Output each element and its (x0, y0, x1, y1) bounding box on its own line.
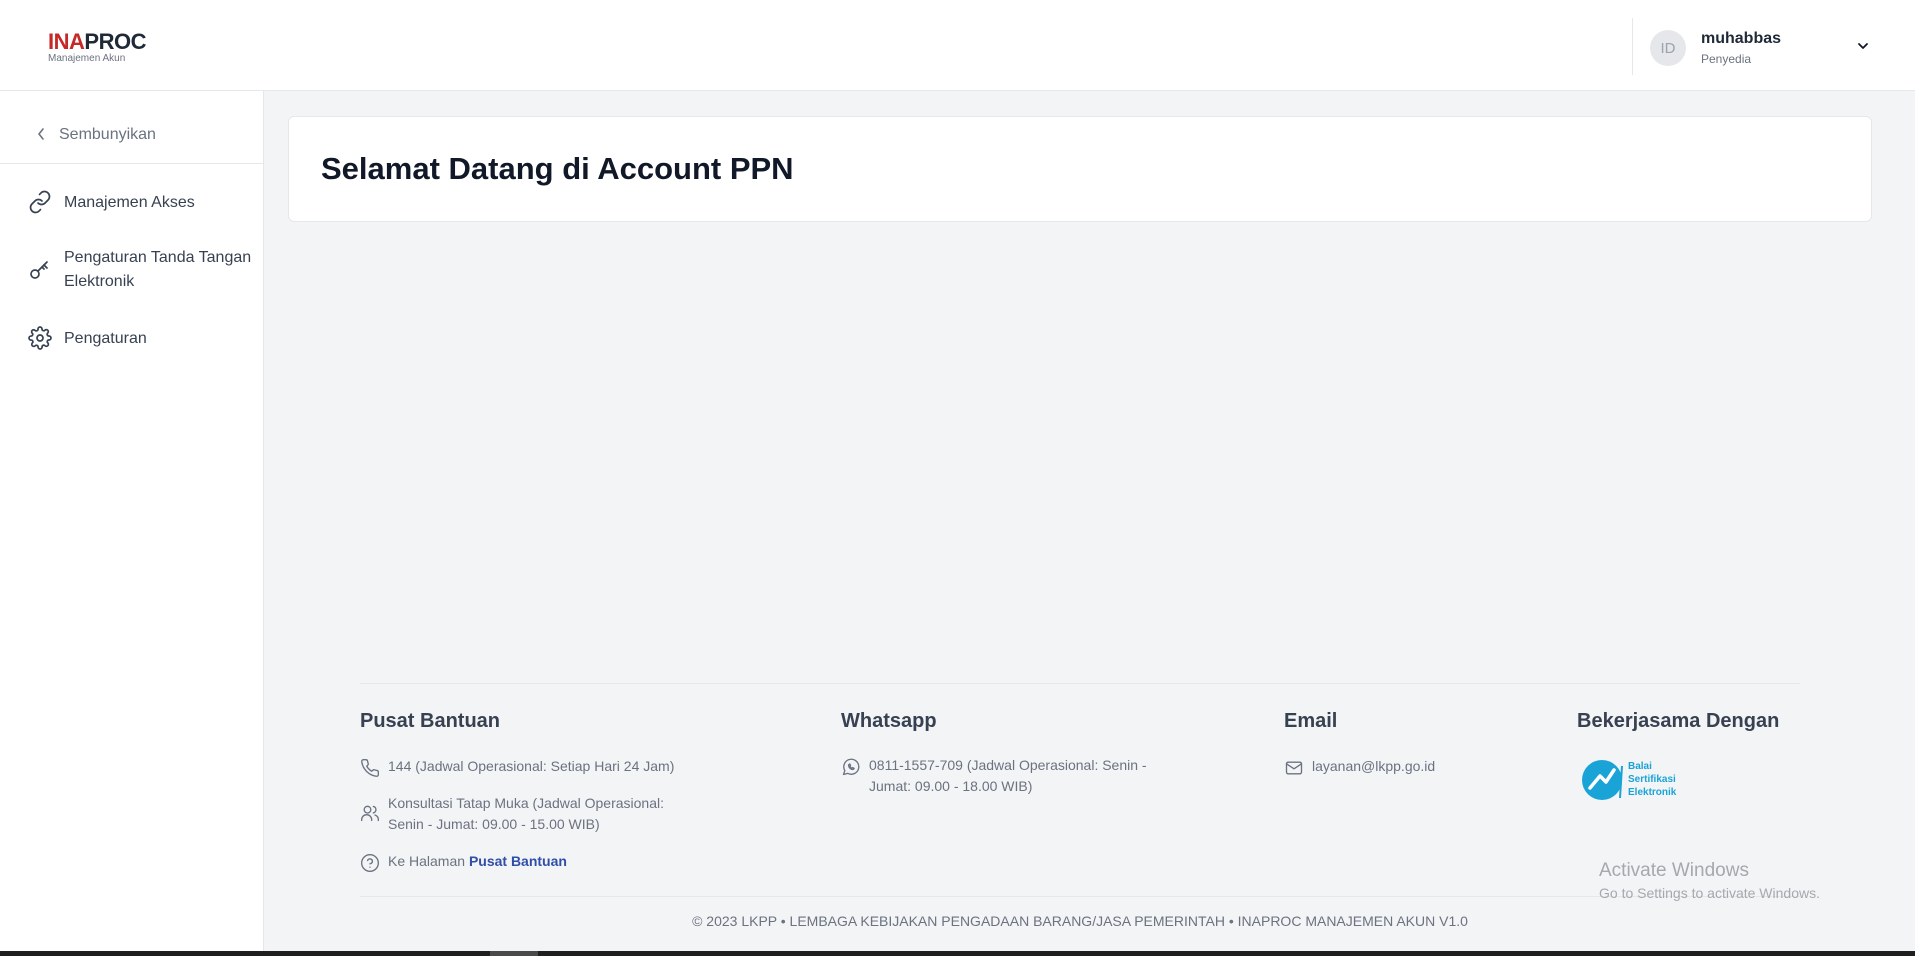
help-meeting-row: Konsultasi Tatap Muka (Jadwal Operasiona… (360, 793, 720, 837)
gear-icon (28, 326, 52, 350)
inaproc-logo[interactable]: INAPROC Manajemen Akun (48, 29, 146, 65)
taskbar-segment (490, 951, 538, 956)
sidebar-item-manajemen-akses[interactable]: Manajemen Akses (0, 187, 264, 217)
taskbar-edge (0, 951, 1915, 956)
phone-icon (361, 758, 380, 777)
hide-sidebar-button[interactable]: Sembunyikan (0, 91, 264, 164)
help-meeting-text: Konsultasi Tatap Muka (Jadwal Operasiona… (388, 795, 665, 832)
whatsapp-title: Whatsapp (841, 710, 937, 732)
avatar: ID (1650, 30, 1686, 66)
sidebar-item-tanda-tangan[interactable]: Pengaturan Tanda Tangan Elektronik (0, 243, 264, 297)
sidebar-item-label: Manajemen Akses (64, 194, 195, 211)
sidebar-item-pengaturan[interactable]: Pengaturan (0, 323, 264, 353)
help-goto-text: Ke Halaman Pusat Bantuan (388, 853, 567, 869)
user-menu[interactable]: ID muhabbas Penyedia (1632, 18, 1892, 75)
hide-sidebar-label: Sembunyikan (59, 126, 156, 143)
bsre-emblem-icon (1582, 760, 1623, 800)
users-icon (361, 805, 379, 822)
welcome-card: Selamat Datang di Account PPN (288, 116, 1872, 222)
activate-windows-subtitle: Go to Settings to activate Windows. (1599, 885, 1820, 901)
footer-divider-bottom (360, 896, 1800, 897)
page-title: Selamat Datang di Account PPN (321, 151, 794, 186)
email-title: Email (1284, 710, 1338, 732)
whatsapp-icon (842, 758, 860, 776)
help-center-title: Pusat Bantuan (360, 710, 501, 732)
sidebar-item-label: Pengaturan (64, 330, 147, 347)
bsre-logo[interactable]: Balai Sertifikasi Elektronik (1580, 758, 1690, 802)
activate-windows-title: Activate Windows (1599, 860, 1749, 881)
activate-windows-watermark: Activate Windows Go to Settings to activ… (1599, 860, 1820, 901)
link-icon (29, 190, 51, 214)
bsre-logo-text: Balai Sertifikasi Elektronik (1628, 761, 1677, 798)
help-phone-text: 144 (Jadwal Operasional: Setiap Hari 24 … (388, 758, 675, 774)
help-center-link[interactable]: Pusat Bantuan (469, 853, 567, 869)
sidebar: Sembunyikan Manajemen Akses Pengaturan T… (0, 91, 264, 956)
question-circle-icon (361, 854, 379, 872)
logo-subtitle: Manajemen Akun (48, 53, 126, 64)
user-role: Penyedia (1701, 52, 1752, 66)
key-icon (30, 261, 48, 279)
email-text: layanan@lkpp.go.id (1312, 758, 1436, 774)
footer-divider-top (360, 683, 1800, 684)
whatsapp-text: 0811-1557-709 (Jadwal Operasional: Senin… (869, 757, 1147, 794)
chevron-left-icon (38, 128, 44, 140)
sidebar-item-label: Pengaturan Tanda Tangan Elektronik (64, 249, 252, 290)
copyright-text: © 2023 LKPP • LEMBAGA KEBIJAKAN PENGADAA… (692, 913, 1468, 929)
user-name: muhabbas (1701, 30, 1782, 47)
logo-wordmark: INAPROC (48, 29, 146, 54)
chevron-down-icon[interactable] (1855, 38, 1871, 54)
mail-icon (1285, 761, 1303, 775)
top-bar: INAPROC Manajemen Akun ID muhabbas Penye… (0, 0, 1915, 91)
partner-title: Bekerjasama Dengan (1577, 710, 1780, 732)
